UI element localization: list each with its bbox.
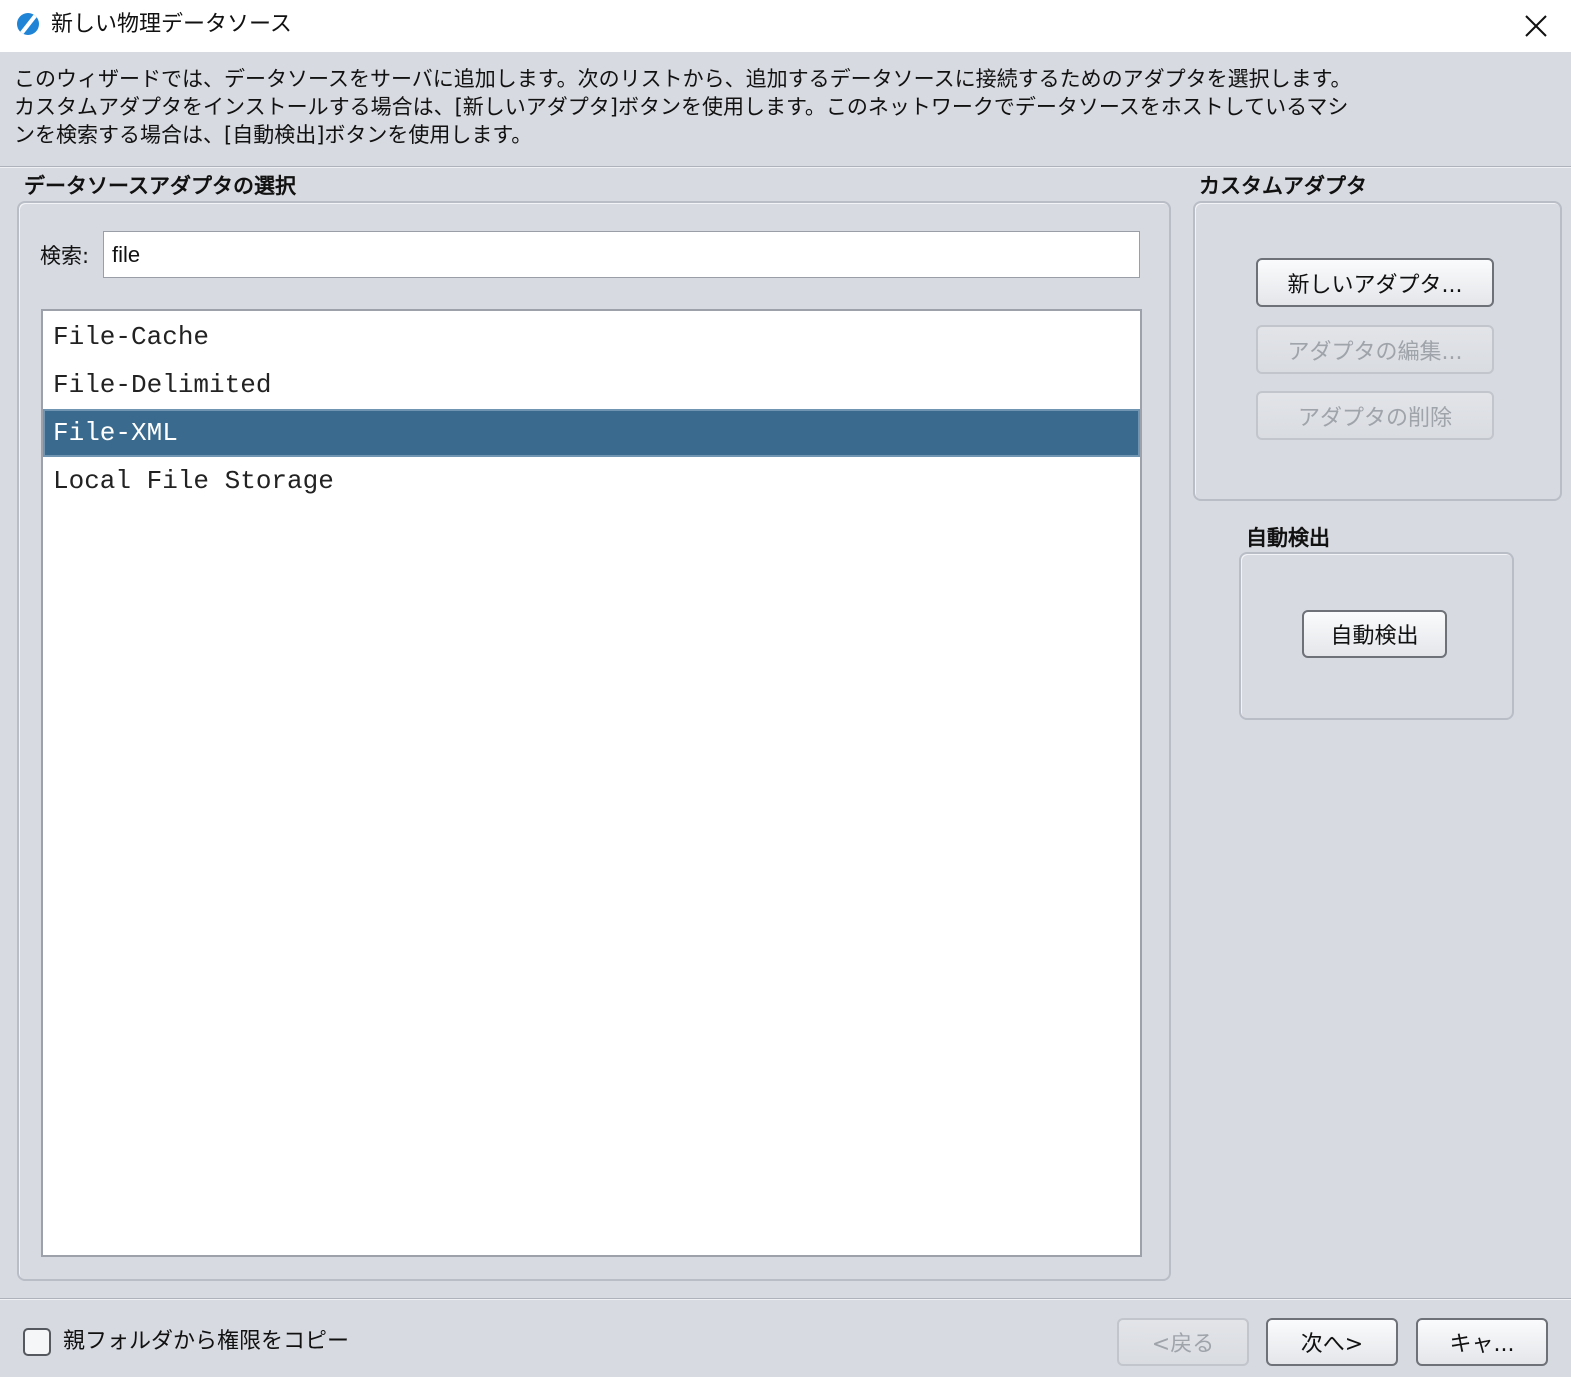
cancel-button[interactable]: キャ... <box>1416 1318 1548 1366</box>
edit-adapter-button[interactable]: アダプタの編集... <box>1256 325 1494 374</box>
title-bar: 新しい物理データソース <box>0 0 1571 52</box>
adapter-list[interactable]: File-Cache File-Delimited File-XML Local… <box>41 309 1142 1257</box>
app-logo-icon <box>17 13 39 35</box>
close-icon[interactable] <box>1516 6 1556 46</box>
list-item[interactable]: File-Cache <box>43 313 1140 361</box>
divider <box>0 166 1571 168</box>
wizard-description: このウィザードでは、データソースをサーバに追加します。次のリストから、追加するデ… <box>14 67 1352 147</box>
back-button[interactable]: <戻る <box>1117 1318 1249 1366</box>
new-adapter-button[interactable]: 新しいアダプタ... <box>1256 258 1494 307</box>
delete-adapter-button[interactable]: アダプタの削除 <box>1256 391 1494 440</box>
search-label: 検索: <box>40 244 90 268</box>
list-item[interactable]: Local File Storage <box>43 457 1140 505</box>
custom-adapter-group-title: カスタムアダプタ <box>1199 174 1367 198</box>
copy-permissions-label: 親フォルダから権限をコピー <box>63 1329 350 1354</box>
divider <box>0 1298 1571 1300</box>
auto-detect-button[interactable]: 自動検出 <box>1302 610 1447 658</box>
copy-permissions-checkbox[interactable] <box>23 1328 51 1356</box>
window-title: 新しい物理データソース <box>51 12 292 37</box>
adapter-group-title: データソースアダプタの選択 <box>24 174 296 198</box>
dialog-body: このウィザードでは、データソースをサーバに追加します。次のリストから、追加するデ… <box>0 52 1571 1377</box>
list-item-selected[interactable]: File-XML <box>43 409 1140 457</box>
list-item[interactable]: File-Delimited <box>43 361 1140 409</box>
next-button[interactable]: 次へ> <box>1266 1318 1398 1366</box>
search-input[interactable] <box>103 231 1140 278</box>
auto-detect-group-title: 自動検出 <box>1246 526 1330 550</box>
